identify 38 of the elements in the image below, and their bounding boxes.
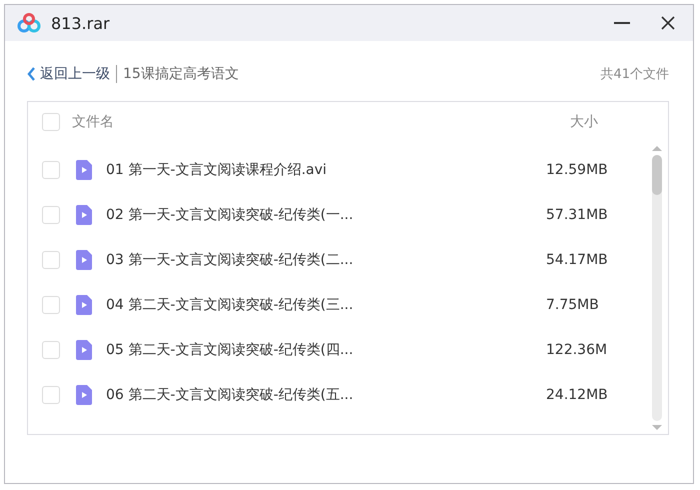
- file-name[interactable]: 01 第一天-文言文阅读课程介绍.avi: [106, 160, 546, 178]
- scrollbar-thumb[interactable]: [652, 155, 662, 195]
- row-checkbox[interactable]: [42, 160, 60, 178]
- file-name[interactable]: 05 第二天-文言文阅读突破-纪传类(四...: [106, 340, 546, 358]
- column-header: 文件名: [72, 113, 115, 131]
- scroll-up-icon[interactable]: [652, 146, 662, 151]
- minimize-icon: [614, 22, 630, 24]
- file-name[interactable]: 02 第一天-文言文阅读突破-纪传类(一...: [106, 206, 546, 224]
- file-size: 12.59MB: [546, 162, 609, 178]
- file-name[interactable]: 04 第二天-文言文阅读突破-纪传类(三...: [106, 296, 546, 314]
- row-checkbox[interactable]: [42, 250, 60, 268]
- video-file-icon: [76, 250, 92, 270]
- file-size: 57.31MB: [546, 206, 609, 222]
- close-icon: [661, 16, 675, 30]
- chevron-left-icon: [27, 67, 36, 81]
- video-file-icon: [76, 294, 92, 314]
- file-size: 122.36M: [546, 342, 608, 358]
- row-checkbox[interactable]: [42, 206, 60, 224]
- file-size: 24.12MB: [546, 386, 609, 402]
- file-name[interactable]: 06 第二天-文言文阅读突破-纪传类(五...: [106, 386, 546, 404]
- video-file-icon: [76, 204, 92, 224]
- file-size: 54.17MB: [546, 252, 609, 268]
- cloud-logo-icon: [17, 13, 41, 33]
- row-checkbox[interactable]: [42, 386, 60, 404]
- select-all-checkbox[interactable]: [42, 113, 60, 131]
- back-link[interactable]: 返回上一级: [27, 65, 110, 83]
- window-title: 813.rar: [51, 14, 111, 32]
- folder-path: 15课搞定高考语文: [123, 65, 240, 83]
- file-name[interactable]: 03 第一天-文言文阅读突破-纪传类(二...: [106, 250, 546, 268]
- file-count: 共41个文件: [600, 66, 669, 83]
- video-file-icon: [76, 340, 92, 360]
- video-file-icon: [76, 384, 92, 404]
- row-checkbox[interactable]: [42, 296, 60, 314]
- column-header: 大小: [570, 113, 599, 131]
- video-file-icon: [76, 160, 92, 180]
- row-checkbox[interactable]: [42, 340, 60, 358]
- scroll-down-icon[interactable]: [652, 425, 662, 430]
- file-size: 7.75MB: [546, 296, 600, 312]
